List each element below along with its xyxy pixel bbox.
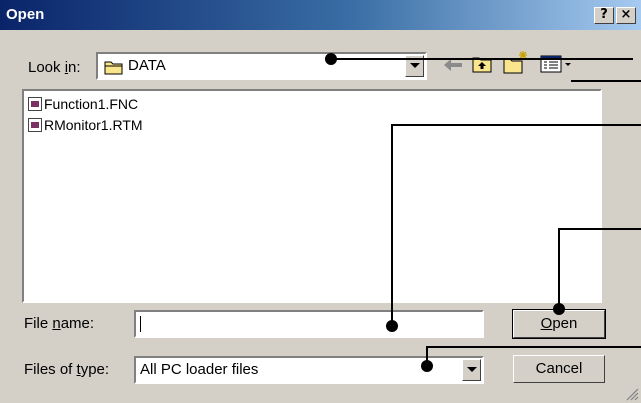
list-item[interactable]: Function1.FNC [28,96,138,116]
back-icon[interactable] [442,58,464,72]
look-in-dropdown[interactable]: DATA [96,52,427,80]
list-item[interactable]: RMonitor1.RTM [28,117,143,137]
open-dialog: Open ? × Look in: DATA Function1.FNC RMo… [0,0,641,403]
text-caret [140,316,141,332]
file-icon [28,118,42,132]
callout-line [571,80,641,82]
file-name-label: File name: [24,315,95,332]
callout-line [391,124,393,326]
file-list[interactable]: Function1.FNC RMonitor1.RTM [22,89,602,303]
help-button[interactable]: ? [594,7,614,24]
file-name: Function1.FNC [44,96,139,112]
new-folder-icon[interactable] [503,50,529,74]
callout-line [391,124,641,126]
file-icon [28,97,42,111]
callout-line [426,346,641,348]
file-type-label: Files of type: [24,361,110,378]
file-name-input[interactable] [134,310,484,338]
file-type-value: All PC loader files [140,361,259,378]
file-type-dropdown-arrow[interactable] [462,359,481,381]
look-in-value: DATA [128,57,166,74]
callout-line [558,228,641,230]
callout-line [558,228,560,308]
close-button[interactable]: × [616,7,636,24]
look-in-label: Look in: [28,59,81,76]
folder-icon [104,61,123,75]
file-type-dropdown[interactable]: All PC loader files [134,356,484,384]
callout-line [331,58,633,60]
callout-line [426,346,428,366]
resize-grip-icon[interactable] [625,387,639,401]
title-bar[interactable]: Open ? × [0,0,641,30]
cancel-button[interactable]: Cancel [513,355,605,383]
dialog-title: Open [6,6,45,23]
file-name: RMonitor1.RTM [44,117,143,133]
